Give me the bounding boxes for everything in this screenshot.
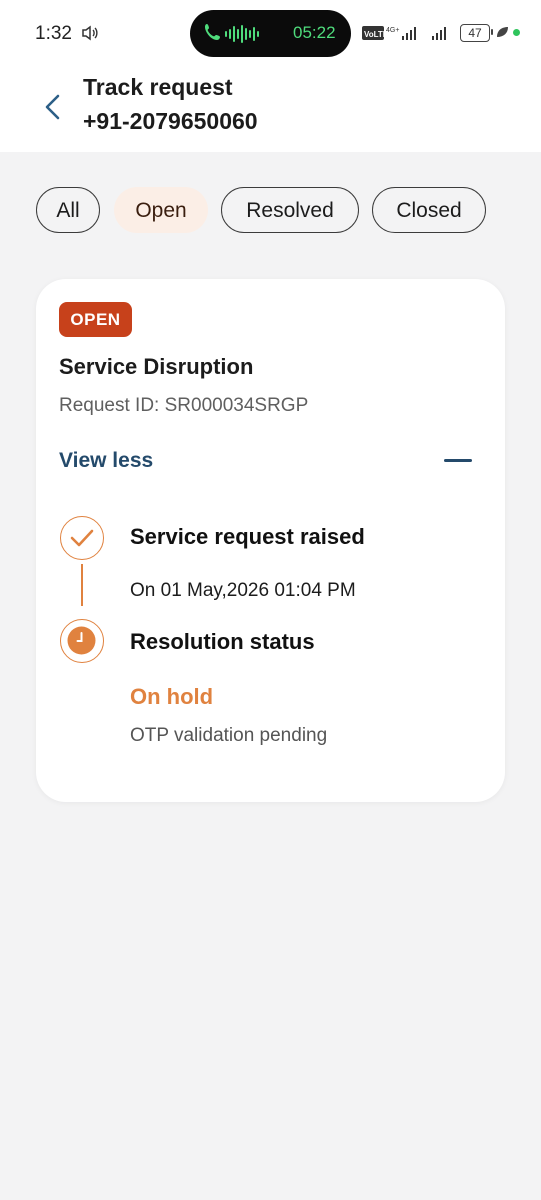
step-title-resolution: Resolution status (130, 629, 315, 654)
filter-chip-all[interactable]: All (36, 187, 100, 233)
view-less-link[interactable]: View less (59, 449, 153, 473)
phone-icon (204, 23, 220, 48)
signal-icon: VoLTE 4G+ (362, 22, 454, 49)
timeline-connector (81, 564, 83, 606)
step-title-raised: Service request raised (130, 524, 365, 549)
status-badge: OPEN (59, 302, 132, 337)
privacy-indicator-dot (513, 29, 520, 36)
battery-tip (491, 29, 493, 35)
leaf-icon (495, 25, 509, 44)
collapse-minus-icon[interactable] (444, 459, 472, 462)
call-timer: 05:22 (293, 23, 336, 42)
step-resolution-indicator (60, 619, 104, 663)
page-title: Track request (83, 74, 233, 100)
status-time: 1:32 (35, 23, 72, 44)
resolution-status-detail: OTP validation pending (130, 725, 328, 746)
chevron-left-icon (36, 94, 70, 128)
app-header: Track request +91-2079650060 (0, 66, 541, 152)
back-button[interactable] (36, 90, 70, 124)
filter-chip-open[interactable]: Open (114, 187, 208, 233)
filter-chip-resolved[interactable]: Resolved (221, 187, 359, 233)
step-date-raised: On 01 May,2026 01:04 PM (130, 580, 356, 601)
request-card: OPEN Service Disruption Request ID: SR00… (36, 279, 505, 802)
resolution-status-value: On hold (130, 684, 214, 709)
svg-text:4G+: 4G+ (386, 27, 399, 34)
volume-icon (81, 24, 99, 47)
battery-icon: 47 (460, 24, 490, 42)
filter-chip-closed[interactable]: Closed (372, 187, 486, 233)
request-id: Request ID: SR000034SRGP (59, 395, 309, 416)
request-title: Service Disruption (59, 354, 254, 379)
ongoing-call-pill[interactable]: 05:22 (190, 10, 351, 57)
status-bar: 1:32 05:22 VoLTE 4G+ 47 (0, 0, 541, 66)
step-raised-indicator (60, 516, 104, 560)
page-subtitle-phone: +91-2079650060 (83, 108, 258, 134)
voice-wave-icon (224, 24, 284, 49)
